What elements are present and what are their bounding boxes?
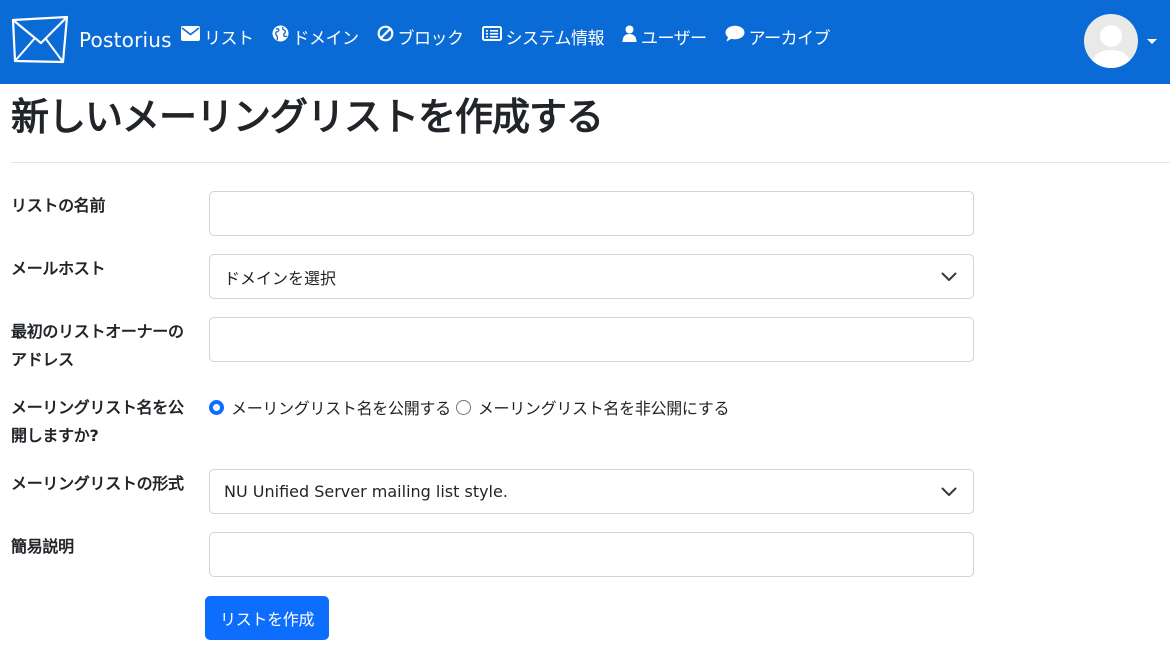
- owner-address-label-line1: 最初のリストオーナーの: [11, 322, 184, 341]
- advertised-option-private[interactable]: メーリングリスト名を非公開にする: [455, 395, 730, 419]
- brand-link[interactable]: Postorius: [11, 14, 172, 66]
- nav-item-label: ブロック: [397, 28, 465, 49]
- advertised-option-public[interactable]: メーリングリスト名を公開する: [209, 395, 451, 419]
- user-icon: [622, 25, 641, 47]
- nav-item-bans[interactable]: ブロック: [377, 24, 464, 49]
- mail-host-label: メールホスト: [11, 259, 106, 278]
- advertised-label: メーリングリスト名を公 開しますか?: [11, 394, 184, 450]
- user-menu-toggle[interactable]: [1084, 14, 1157, 68]
- nav-item-archives[interactable]: アーカイブ: [725, 24, 831, 49]
- nav-item-system-info[interactable]: システム情報: [481, 24, 605, 49]
- globe-icon: [272, 25, 293, 47]
- top-navbar: Postorius リスト ドメイン ブロック システム情報 ユーザー アーカイ…: [0, 0, 1170, 84]
- nav-item-label: ドメイン: [292, 28, 360, 49]
- avatar[interactable]: [1084, 14, 1138, 68]
- chevron-down-icon: [941, 267, 959, 286]
- owner-address-input[interactable]: [209, 317, 974, 362]
- list-name-label: リストの名前: [11, 196, 106, 215]
- main-nav: リスト ドメイン ブロック システム情報 ユーザー アーカイブ: [181, 22, 848, 50]
- page-title: 新しいメーリングリストを作成する: [11, 95, 604, 139]
- mail-host-selected-value: ドメインを選択: [224, 268, 337, 288]
- owner-address-label: 最初のリストオーナーの アドレス: [11, 318, 184, 374]
- postorius-logo-icon: [11, 15, 69, 65]
- list-style-selected-value: NU Unified Server mailing list style.: [224, 482, 508, 501]
- envelope-icon: [181, 26, 204, 46]
- list-style-label: メーリングリストの形式: [11, 474, 184, 493]
- nav-item-domains[interactable]: ドメイン: [272, 24, 359, 49]
- radio-label: メーリングリスト名を公開する: [231, 399, 451, 418]
- nav-item-label: アーカイブ: [748, 28, 831, 49]
- ban-icon: [377, 25, 398, 47]
- advertised-radio-group: メーリングリスト名を公開する メーリングリスト名を非公開にする: [209, 395, 734, 419]
- nav-item-label: リスト: [204, 28, 254, 49]
- list-style-select[interactable]: NU Unified Server mailing list style.: [209, 469, 974, 514]
- radio-unchecked[interactable]: [455, 399, 471, 415]
- nav-item-lists[interactable]: リスト: [181, 24, 254, 49]
- title-divider: [11, 162, 1170, 163]
- owner-address-label-line2: アドレス: [11, 350, 74, 369]
- radio-label: メーリングリスト名を非公開にする: [477, 399, 730, 418]
- advertised-label-line2: 開しますか?: [11, 426, 99, 445]
- create-list-button[interactable]: リストを作成: [205, 596, 330, 640]
- list-name-input[interactable]: [209, 191, 974, 236]
- description-label: 簡易説明: [11, 537, 74, 556]
- mail-host-select[interactable]: ドメインを選択: [209, 254, 974, 299]
- advertised-label-line1: メーリングリスト名を公: [11, 398, 184, 417]
- list-alt-icon: [481, 26, 506, 46]
- nav-item-label: ユーザー: [641, 28, 707, 49]
- nav-item-users[interactable]: ユーザー: [622, 24, 707, 49]
- description-input[interactable]: [209, 532, 974, 577]
- nav-item-label: システム情報: [505, 28, 605, 49]
- chevron-down-icon: [1147, 38, 1157, 44]
- brand-name: Postorius: [79, 28, 172, 52]
- comment-icon: [725, 25, 749, 47]
- chevron-down-icon: [941, 482, 959, 501]
- radio-checked[interactable]: [209, 399, 224, 415]
- default-avatar-icon: [1090, 25, 1132, 68]
